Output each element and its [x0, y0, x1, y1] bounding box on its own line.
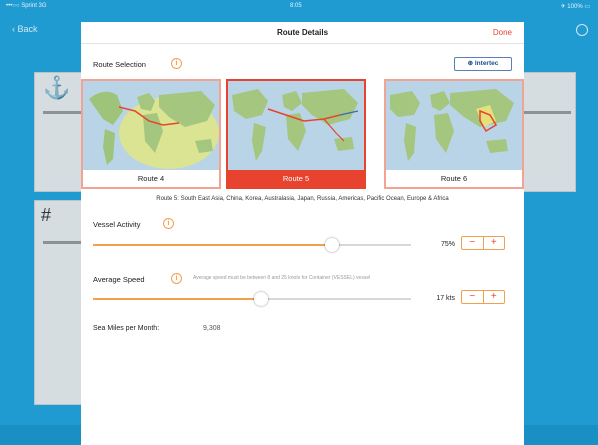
slider-fill [93, 244, 332, 246]
slider-thumb[interactable] [324, 238, 339, 252]
hash-icon: # [41, 205, 52, 225]
route-description: Route 5: South East Asia, China, Korea, … [156, 196, 449, 202]
modal-header: Route Details Done [81, 22, 524, 44]
modal-title: Route Details [276, 28, 329, 37]
back-button[interactable]: ‹ Back [12, 24, 38, 34]
average-speed-label: Average Speed [93, 275, 145, 284]
route-6-map [386, 81, 522, 170]
route-card-6[interactable]: Route 6 [384, 79, 524, 189]
anchor-icon: ⚓ [43, 75, 71, 100]
clock-label: 8:05 [290, 3, 302, 9]
vessel-activity-increment-button[interactable]: + [484, 237, 505, 249]
background-bar [43, 111, 83, 114]
route-4-map [83, 81, 219, 170]
route-5-label: Route 5 [282, 174, 310, 183]
slider-thumb[interactable] [254, 292, 269, 306]
route-card-4[interactable]: Route 4 [81, 79, 221, 189]
intertec-button[interactable]: ⊕ Intertec [454, 57, 512, 71]
average-speed-slider[interactable] [93, 292, 411, 306]
vessel-activity-stepper[interactable]: − + [461, 236, 505, 250]
vessel-activity-info-icon[interactable]: i [163, 218, 174, 229]
vessel-activity-slider[interactable] [93, 238, 411, 252]
background-bar [521, 111, 571, 114]
done-button[interactable]: Done [493, 28, 512, 37]
route-5-map [228, 81, 364, 170]
vessel-activity-decrement-button[interactable]: − [462, 237, 484, 249]
route-selection-info-icon[interactable]: i [171, 58, 182, 69]
background-panel-vessel: ⚓ [34, 72, 84, 192]
average-speed-stepper[interactable]: − + [461, 290, 505, 304]
average-speed-decrement-button[interactable]: − [462, 291, 484, 303]
sea-miles-label: Sea Miles per Month: [93, 325, 160, 332]
background-panel-details: # [34, 200, 84, 405]
route-details-modal: Route Details Done Route Selection i ⊕ I… [81, 22, 524, 445]
route-4-label: Route 4 [137, 174, 165, 183]
average-speed-value: 17 kts [436, 295, 455, 302]
background-panel-right [516, 72, 576, 192]
carrier-label: •••○○ Sprint 3G [6, 3, 47, 9]
background-bar [43, 241, 83, 244]
vessel-activity-value: 75% [440, 241, 455, 248]
status-bar: •••○○ Sprint 3G 8:05 ✈ 100% ▭ [0, 0, 598, 12]
route-selection-label: Route Selection [93, 60, 146, 69]
average-speed-info-icon[interactable]: i [171, 273, 182, 284]
route-6-label: Route 6 [440, 174, 468, 183]
slider-fill [93, 298, 262, 300]
route-card-5[interactable]: Route 5 [226, 79, 366, 189]
average-speed-note: Average speed must be between 8 and 25 k… [193, 275, 371, 281]
battery-label: ✈ 100% ▭ [560, 4, 590, 10]
average-speed-increment-button[interactable]: + [484, 291, 505, 303]
help-icon[interactable] [576, 24, 588, 36]
vessel-activity-label: Vessel Activity [93, 220, 141, 229]
sea-miles-value: 9,308 [203, 325, 221, 332]
